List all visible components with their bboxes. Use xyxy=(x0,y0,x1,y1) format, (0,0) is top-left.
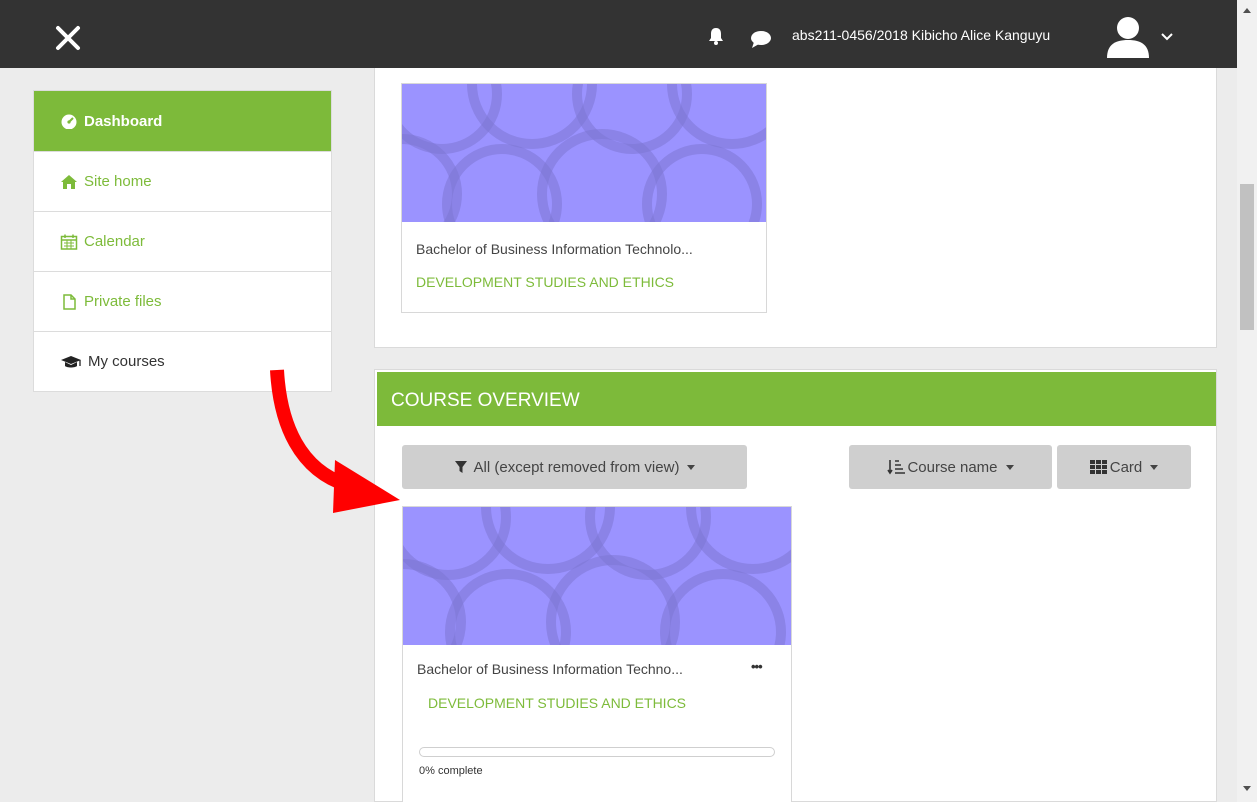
view-dropdown[interactable]: Card xyxy=(1057,445,1191,489)
user-name[interactable]: abs211-0456/2018 Kibicho Alice Kanguyu xyxy=(792,27,1050,43)
sort-icon xyxy=(887,460,906,475)
sidebar-item-site-home[interactable]: Site home xyxy=(34,151,331,211)
course-category[interactable]: DEVELOPMENT STUDIES AND ETHICS xyxy=(428,695,686,711)
course-image[interactable] xyxy=(402,84,766,222)
caret-down-icon xyxy=(1150,464,1159,470)
top-navbar: abs211-0456/2018 Kibicho Alice Kanguyu xyxy=(0,0,1237,68)
calendar-icon xyxy=(60,234,78,250)
graduation-cap-icon xyxy=(61,355,81,367)
course-card[interactable]: Bachelor of Business Information Techno.… xyxy=(402,506,792,802)
sidebar-item-label: Dashboard xyxy=(84,112,163,130)
course-category[interactable]: DEVELOPMENT STUDIES AND ETHICS xyxy=(416,274,674,290)
progress-text: 0% complete xyxy=(419,765,483,777)
scroll-thumb[interactable] xyxy=(1240,184,1254,330)
course-overview-heading: COURSE OVERVIEW xyxy=(377,372,1216,426)
dashboard-icon xyxy=(61,114,77,129)
sort-dropdown[interactable]: Course name xyxy=(849,445,1052,489)
course-card-recent[interactable]: Bachelor of Business Information Technol… xyxy=(401,83,767,313)
close-icon[interactable] xyxy=(48,18,88,58)
chevron-down-icon[interactable] xyxy=(1160,32,1174,42)
sidebar-item-calendar[interactable]: Calendar xyxy=(34,211,331,271)
view-label: Card xyxy=(1109,458,1143,476)
filter-icon xyxy=(454,461,467,473)
sidebar-item-label: My courses xyxy=(88,353,165,370)
caret-down-icon xyxy=(687,464,696,470)
course-title[interactable]: Bachelor of Business Information Technol… xyxy=(416,241,693,257)
more-options-icon[interactable]: ••• xyxy=(751,659,763,674)
progress-bar xyxy=(419,747,775,757)
scrollbar[interactable] xyxy=(1237,0,1257,802)
grid-icon xyxy=(1089,460,1107,474)
filter-label: All (except removed from view) xyxy=(473,458,680,476)
course-image[interactable] xyxy=(403,507,791,645)
caret-down-icon xyxy=(1005,464,1014,470)
file-icon xyxy=(63,293,76,310)
home-icon xyxy=(61,174,77,189)
filter-dropdown[interactable]: All (except removed from view) xyxy=(402,445,747,489)
scroll-down-icon[interactable] xyxy=(1243,786,1251,791)
chat-icon[interactable] xyxy=(749,29,773,49)
sidebar-item-private-files[interactable]: Private files xyxy=(34,271,331,331)
sidebar-item-label: Calendar xyxy=(84,233,145,250)
user-avatar-icon[interactable] xyxy=(1104,14,1152,60)
bell-icon[interactable] xyxy=(706,26,726,46)
course-title[interactable]: Bachelor of Business Information Techno.… xyxy=(417,661,683,677)
sort-label: Course name xyxy=(907,458,998,476)
sidebar-nav: Dashboard Site home Calendar Private fil… xyxy=(33,90,332,392)
scroll-up-icon[interactable] xyxy=(1243,8,1251,13)
sidebar-item-label: Private files xyxy=(84,293,162,310)
sidebar-item-dashboard[interactable]: Dashboard xyxy=(34,91,331,151)
sidebar-item-label: Site home xyxy=(84,173,152,190)
course-overview-panel: COURSE OVERVIEW All (except removed from… xyxy=(374,369,1217,802)
sidebar-item-my-courses[interactable]: My courses xyxy=(34,331,331,391)
